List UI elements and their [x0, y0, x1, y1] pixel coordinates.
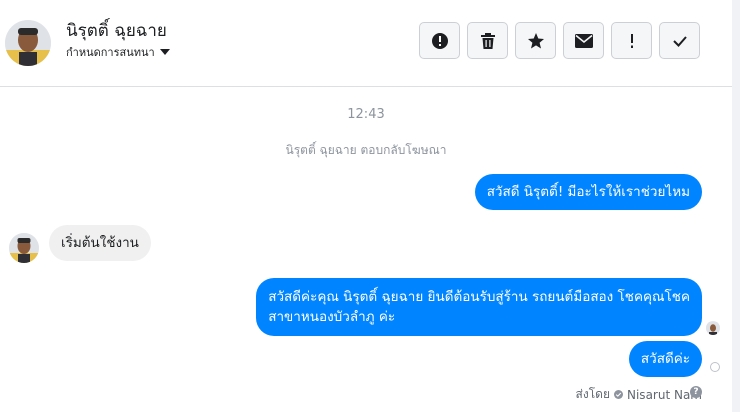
trash-icon — [480, 32, 495, 49]
message-timestamp: 12:43 — [347, 107, 385, 122]
message-line: สาขาหนองบัวลำภู ค่ะ — [268, 309, 396, 325]
alert-circle-icon — [431, 32, 448, 49]
exclamation-icon — [630, 33, 633, 48]
contact-avatar[interactable] — [5, 20, 51, 66]
help-icon[interactable]: ? — [690, 386, 702, 398]
mark-unread-button[interactable] — [563, 22, 604, 59]
verified-icon — [614, 390, 623, 399]
contact-name[interactable]: นิรุตติ์ ฉุยฉาย — [66, 17, 167, 44]
conversation-header: นิรุตติ์ ฉุยฉาย กำหนดการสนทนา — [0, 0, 732, 87]
envelope-icon — [574, 33, 593, 48]
star-icon — [527, 32, 544, 48]
sent-status-icon — [710, 362, 720, 372]
outgoing-message[interactable]: สวัสดี นิรุตติ์! มีอะไรให้เราช่วยไหม — [474, 174, 702, 210]
caret-down-icon — [159, 49, 170, 55]
sent-by-info: ส่งโดย Nisarut Nam — [576, 385, 702, 404]
checkmark-icon — [672, 35, 687, 47]
outgoing-message[interactable]: สวัสดีค่ะ — [628, 341, 702, 377]
delete-button[interactable] — [467, 22, 508, 59]
star-button[interactable] — [515, 22, 556, 59]
scrollbar[interactable] — [732, 0, 740, 412]
message-line: สวัสดีค่ะคุณ นิรุตติ์ ฉุยฉาย ยินดีต้อนรั… — [268, 289, 690, 305]
conversation-schedule-dropdown[interactable]: กำหนดการสนทนา — [66, 43, 170, 61]
schedule-label: กำหนดการสนทนา — [66, 46, 155, 59]
mark-important-button[interactable] — [611, 22, 652, 59]
incoming-message[interactable]: เริ่มต้นใช้งาน — [49, 225, 151, 261]
mark-spam-button[interactable] — [419, 22, 460, 59]
outgoing-message[interactable]: สวัสดีค่ะคุณ นิรุตติ์ ฉุยฉาย ยินดีต้อนรั… — [256, 278, 702, 336]
seen-avatar — [706, 321, 720, 335]
sent-by-label: ส่งโดย — [575, 387, 610, 401]
contact-avatar-small — [9, 233, 39, 263]
mark-done-button[interactable] — [659, 22, 700, 59]
ad-reply-notice: นิรุตติ์ ฉุยฉาย ตอบกลับโฆษณา — [285, 143, 447, 157]
